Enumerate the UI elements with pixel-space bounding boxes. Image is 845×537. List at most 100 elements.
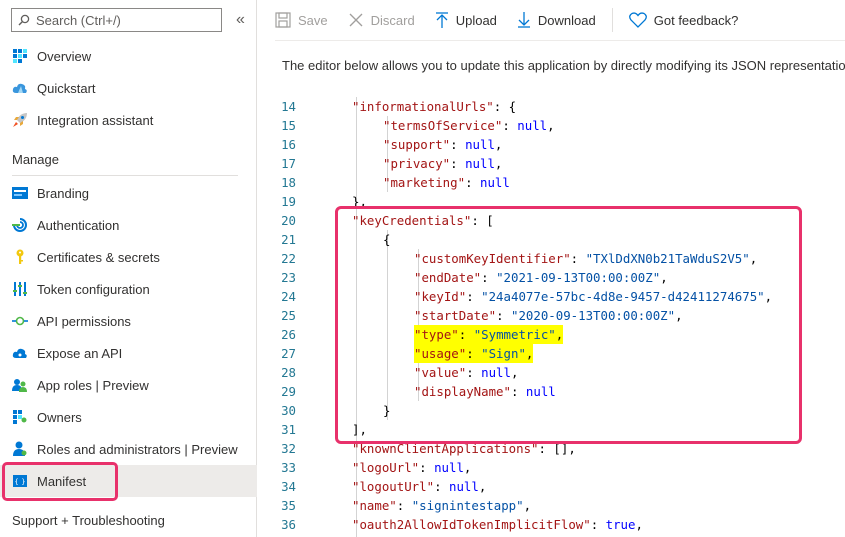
search-placeholder: Search (Ctrl+/) — [36, 12, 121, 28]
sidebar-item-quickstart[interactable]: Quickstart — [0, 72, 257, 104]
line-number: 26 — [281, 327, 296, 342]
sidebar-item-authentication[interactable]: Authentication — [0, 209, 257, 241]
code-text: "privacy": null, — [383, 156, 503, 171]
sidebar-item-label: Expose an API — [37, 345, 123, 361]
support-section-header: Support + Troubleshooting — [12, 513, 165, 528]
sidebar-item-label: Certificates & secrets — [37, 249, 160, 265]
authentication-icon — [12, 217, 28, 233]
code-text: "oauth2AllowIdTokenImplicitFlow": true, — [352, 517, 643, 532]
code-line[interactable]: 17 "privacy": null, — [258, 154, 845, 173]
sidebar-item-expose-an-api[interactable]: Expose an API — [0, 337, 257, 369]
line-number: 32 — [281, 441, 296, 456]
code-line[interactable]: 16 "support": null, — [258, 135, 845, 154]
feedback-label: Got feedback? — [653, 12, 739, 28]
sidebar-item-certificates-secrets[interactable]: Certificates & secrets — [0, 241, 257, 273]
line-number: 14 — [281, 99, 296, 114]
close-icon — [348, 12, 364, 28]
sidebar-item-label: App roles | Preview — [37, 377, 149, 393]
line-number: 27 — [281, 346, 296, 361]
code-text: "informationalUrls": { — [352, 99, 517, 114]
sidebar-item-label: Roles and administrators | Preview — [37, 441, 238, 457]
line-number: 15 — [281, 118, 296, 133]
rocket-icon — [12, 112, 28, 128]
code-line[interactable]: 15 "termsOfService": null, — [258, 116, 845, 135]
sidebar-item-label: API permissions — [37, 313, 131, 329]
sidebar-item-label: Token configuration — [37, 281, 150, 297]
line-number: 29 — [281, 384, 296, 399]
owners-icon — [12, 409, 28, 425]
code-line[interactable]: 33 "logoUrl": null, — [258, 458, 845, 477]
app-roles-icon — [12, 377, 28, 393]
branding-icon — [12, 185, 28, 201]
save-label: Save — [298, 12, 328, 28]
discard-label: Discard — [370, 12, 415, 28]
line-number: 25 — [281, 308, 296, 323]
line-number: 28 — [281, 365, 296, 380]
line-number: 21 — [281, 232, 296, 247]
search-row: Search (Ctrl+/) « — [11, 8, 256, 32]
cloud-icon — [12, 80, 28, 96]
key-icon — [12, 249, 28, 265]
sidebar-item-label: Overview — [37, 48, 92, 64]
code-line[interactable]: 35 "name": "signintestapp", — [258, 496, 845, 515]
upload-icon — [435, 12, 449, 28]
code-text: "logoutUrl": null, — [352, 479, 487, 494]
sidebar-item-overview[interactable]: Overview — [0, 40, 257, 72]
code-line[interactable]: 36 "oauth2AllowIdTokenImplicitFlow": true… — [258, 515, 845, 534]
line-number: 22 — [281, 251, 296, 266]
line-number: 18 — [281, 175, 296, 190]
code-line[interactable]: 18 "marketing": null — [258, 173, 845, 192]
key-credentials-highlight-box — [335, 206, 802, 444]
line-number: 36 — [281, 517, 296, 532]
upload-button[interactable]: Upload — [435, 0, 497, 40]
download-label: Download — [537, 12, 596, 28]
code-line[interactable]: 34 "logoutUrl": null, — [258, 477, 845, 496]
download-icon — [517, 12, 531, 28]
editor-description: The editor below allows you to update th… — [282, 58, 845, 73]
sidebar-item-integration-assistant[interactable]: Integration assistant — [0, 104, 257, 136]
line-number: 17 — [281, 156, 296, 171]
line-number: 19 — [281, 194, 296, 209]
api-permissions-icon — [12, 313, 28, 329]
toolbar: Save Discard Upload Download Got feedbac… — [275, 0, 758, 40]
code-text: "termsOfService": null, — [383, 118, 555, 133]
line-number: 31 — [281, 422, 296, 437]
sidebar-item-label: Quickstart — [37, 80, 96, 96]
toolbar-separator — [611, 8, 613, 32]
line-number: 23 — [281, 270, 296, 285]
code-line[interactable]: 14 "informationalUrls": { — [258, 97, 845, 116]
discard-button[interactable]: Discard — [348, 0, 415, 40]
download-button[interactable]: Download — [517, 0, 596, 40]
manage-section-header: Manage — [12, 152, 59, 167]
upload-label: Upload — [455, 12, 497, 28]
sidebar-item-label: Branding — [37, 185, 90, 201]
sidebar-item-roles-administrators[interactable]: Roles and administrators | Preview — [0, 433, 257, 465]
search-icon — [18, 14, 30, 26]
token-bars-icon — [12, 281, 28, 297]
line-number: 16 — [281, 137, 296, 152]
manifest-highlight-box — [2, 462, 118, 501]
search-input[interactable]: Search (Ctrl+/) — [11, 8, 222, 32]
heart-icon — [628, 12, 647, 28]
sidebar-item-token-configuration[interactable]: Token configuration — [0, 273, 257, 305]
sidebar-item-api-permissions[interactable]: API permissions — [0, 305, 257, 337]
save-icon — [275, 12, 291, 28]
line-number: 24 — [281, 289, 296, 304]
line-number: 30 — [281, 403, 296, 418]
line-number: 33 — [281, 460, 296, 475]
sidebar-item-owners[interactable]: Owners — [0, 401, 257, 433]
roles-admin-icon — [12, 441, 28, 457]
overview-grid-icon — [12, 48, 28, 64]
cloud-api-icon — [12, 345, 28, 361]
code-text: "support": null, — [383, 137, 503, 152]
toolbar-divider — [275, 40, 845, 41]
sidebar-item-label: Authentication — [37, 217, 120, 233]
code-text: "name": "signintestapp", — [352, 498, 532, 513]
save-button[interactable]: Save — [275, 0, 328, 40]
collapse-sidebar-icon[interactable]: « — [236, 12, 245, 28]
feedback-button[interactable]: Got feedback? — [628, 0, 739, 40]
sidebar-item-branding[interactable]: Branding — [0, 177, 257, 209]
sidebar-item-app-roles[interactable]: App roles | Preview — [0, 369, 257, 401]
sidebar-item-label: Owners — [37, 409, 82, 425]
code-text: "logoUrl": null, — [352, 460, 472, 475]
